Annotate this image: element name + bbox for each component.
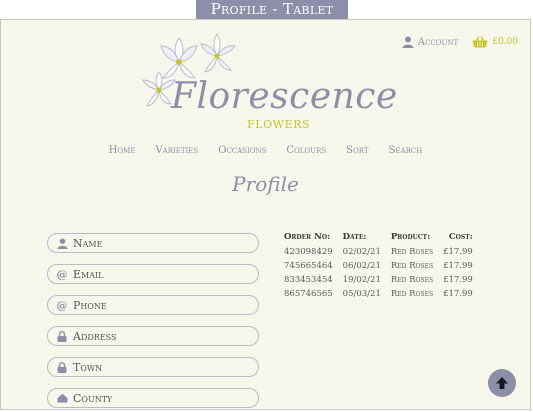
county-field[interactable] [47, 388, 259, 408]
orders-table: Order No: Date: Product: Cost: 423098429… [284, 232, 473, 302]
profile-form: @ @ [47, 233, 259, 409]
order-cost: £17.99 [443, 275, 473, 285]
header-utility-bar: Account £0.00 [402, 36, 518, 48]
county-input[interactable] [73, 391, 233, 405]
col-header-cost: Cost: [448, 232, 473, 242]
table-row: 865746565 05/03/21 Red Roses £17.99 [284, 288, 473, 302]
arrow-up-icon [496, 377, 508, 389]
basket-icon [472, 36, 488, 48]
logo-subtitle: FLOWERS [247, 118, 311, 131]
nav-occasions[interactable]: Occasions [218, 145, 266, 156]
order-number: 865746565 [284, 289, 333, 299]
order-date: 02/02/21 [342, 247, 381, 257]
account-link[interactable]: Account [402, 36, 458, 48]
table-row: 833453454 19/02/21 Red Roses £17.99 [284, 274, 473, 288]
order-cost: £17.99 [443, 289, 473, 299]
main-nav: Home Varieties Occasions Colours Sort Se… [1, 145, 530, 156]
nav-colours[interactable]: Colours [286, 145, 326, 156]
address-field[interactable] [47, 326, 259, 346]
logo-wordmark: Florescence [171, 76, 398, 117]
email-field[interactable]: @ [47, 264, 259, 284]
order-date: 05/03/21 [342, 289, 381, 299]
user-icon [402, 36, 414, 48]
order-product: Red Roses [390, 289, 434, 299]
at-icon: @ [56, 298, 68, 312]
user-icon [56, 237, 68, 249]
col-header-product: Product: [390, 232, 431, 242]
order-number: 745665464 [284, 261, 333, 271]
at-icon: @ [56, 267, 68, 281]
basket-total: £0.00 [492, 37, 518, 47]
order-history: Order No: Date: Product: Cost: 423098429… [284, 232, 473, 302]
email-input[interactable] [73, 267, 233, 281]
lock-icon [56, 361, 68, 373]
account-label: Account [417, 36, 459, 48]
home-icon [56, 392, 68, 404]
page-title: Profile [232, 172, 299, 196]
col-header-date: Date: [342, 232, 367, 242]
phone-input[interactable] [73, 298, 233, 312]
town-field[interactable] [47, 357, 259, 377]
table-header-row: Order No: Date: Product: Cost: [284, 232, 473, 246]
screen-caption: Profile - Tablet [196, 0, 348, 19]
order-product: Red Roses [390, 275, 434, 285]
town-input[interactable] [73, 360, 233, 374]
phone-field[interactable]: @ [47, 295, 259, 315]
nav-home[interactable]: Home [109, 145, 136, 156]
name-field[interactable] [47, 233, 259, 253]
table-row: 423098429 02/02/21 Red Roses £17.99 [284, 246, 473, 260]
col-header-order-no: Order No: [284, 232, 331, 242]
order-number: 833453454 [284, 275, 333, 285]
site-logo[interactable]: Florescence FLOWERS [139, 32, 397, 132]
back-to-top-button[interactable] [488, 369, 516, 397]
table-row: 745665464 06/02/21 Red Roses £17.99 [284, 260, 473, 274]
order-cost: £17.99 [443, 261, 473, 271]
basket-link[interactable]: £0.00 [472, 36, 518, 48]
nav-sort[interactable]: Sort [346, 145, 368, 156]
address-input[interactable] [73, 329, 233, 343]
lock-icon [56, 330, 68, 342]
order-product: Red Roses [390, 247, 434, 257]
page-frame: Account £0.00 Florescence FLOWERS Home V… [0, 19, 531, 410]
name-input[interactable] [73, 236, 233, 250]
order-date: 06/02/21 [342, 261, 381, 271]
order-date: 19/02/21 [342, 275, 381, 285]
nav-varieties[interactable]: Varieties [155, 145, 198, 156]
order-cost: £17.99 [443, 247, 473, 257]
order-product: Red Roses [390, 261, 434, 271]
order-number: 423098429 [284, 247, 333, 257]
nav-search[interactable]: Search [389, 145, 423, 156]
